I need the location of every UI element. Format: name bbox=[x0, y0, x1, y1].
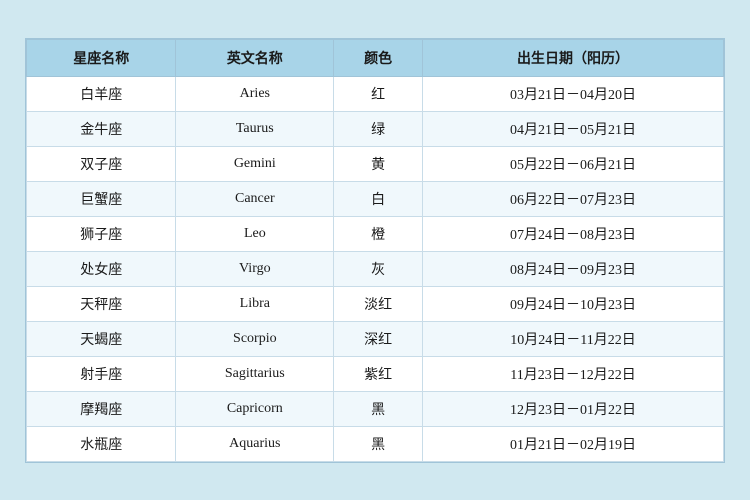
table-row: 天蝎座Scorpio深红10月24日－11月22日 bbox=[27, 321, 724, 356]
cell-dates: 12月23日－01月22日 bbox=[423, 391, 724, 426]
cell-chinese: 处女座 bbox=[27, 251, 176, 286]
cell-color: 紫红 bbox=[334, 356, 423, 391]
table-row: 巨蟹座Cancer白06月22日－07月23日 bbox=[27, 181, 724, 216]
cell-chinese: 双子座 bbox=[27, 146, 176, 181]
cell-english: Scorpio bbox=[176, 321, 334, 356]
cell-color: 黄 bbox=[334, 146, 423, 181]
table-row: 白羊座Aries红03月21日－04月20日 bbox=[27, 76, 724, 111]
cell-english: Gemini bbox=[176, 146, 334, 181]
cell-chinese: 天蝎座 bbox=[27, 321, 176, 356]
cell-dates: 01月21日－02月19日 bbox=[423, 426, 724, 461]
zodiac-table-wrapper: 星座名称 英文名称 颜色 出生日期（阳历） 白羊座Aries红03月21日－04… bbox=[25, 38, 725, 463]
cell-color: 淡红 bbox=[334, 286, 423, 321]
cell-chinese: 摩羯座 bbox=[27, 391, 176, 426]
cell-dates: 10月24日－11月22日 bbox=[423, 321, 724, 356]
cell-dates: 11月23日－12月22日 bbox=[423, 356, 724, 391]
cell-chinese: 天秤座 bbox=[27, 286, 176, 321]
cell-color: 绿 bbox=[334, 111, 423, 146]
cell-color: 灰 bbox=[334, 251, 423, 286]
col-header-chinese: 星座名称 bbox=[27, 39, 176, 76]
cell-chinese: 白羊座 bbox=[27, 76, 176, 111]
cell-chinese: 水瓶座 bbox=[27, 426, 176, 461]
cell-english: Aries bbox=[176, 76, 334, 111]
cell-chinese: 巨蟹座 bbox=[27, 181, 176, 216]
table-row: 射手座Sagittarius紫红11月23日－12月22日 bbox=[27, 356, 724, 391]
table-row: 双子座Gemini黄05月22日－06月21日 bbox=[27, 146, 724, 181]
cell-dates: 07月24日－08月23日 bbox=[423, 216, 724, 251]
table-header-row: 星座名称 英文名称 颜色 出生日期（阳历） bbox=[27, 39, 724, 76]
cell-dates: 03月21日－04月20日 bbox=[423, 76, 724, 111]
table-row: 狮子座Leo橙07月24日－08月23日 bbox=[27, 216, 724, 251]
table-row: 金牛座Taurus绿04月21日－05月21日 bbox=[27, 111, 724, 146]
cell-dates: 04月21日－05月21日 bbox=[423, 111, 724, 146]
cell-color: 深红 bbox=[334, 321, 423, 356]
cell-color: 白 bbox=[334, 181, 423, 216]
cell-english: Cancer bbox=[176, 181, 334, 216]
zodiac-table: 星座名称 英文名称 颜色 出生日期（阳历） 白羊座Aries红03月21日－04… bbox=[26, 39, 724, 462]
cell-color: 橙 bbox=[334, 216, 423, 251]
cell-english: Taurus bbox=[176, 111, 334, 146]
table-row: 摩羯座Capricorn黑12月23日－01月22日 bbox=[27, 391, 724, 426]
cell-english: Capricorn bbox=[176, 391, 334, 426]
table-body: 白羊座Aries红03月21日－04月20日金牛座Taurus绿04月21日－0… bbox=[27, 76, 724, 461]
cell-english: Virgo bbox=[176, 251, 334, 286]
cell-color: 红 bbox=[334, 76, 423, 111]
col-header-english: 英文名称 bbox=[176, 39, 334, 76]
col-header-color: 颜色 bbox=[334, 39, 423, 76]
cell-color: 黑 bbox=[334, 391, 423, 426]
cell-english: Aquarius bbox=[176, 426, 334, 461]
cell-dates: 08月24日－09月23日 bbox=[423, 251, 724, 286]
col-header-dates: 出生日期（阳历） bbox=[423, 39, 724, 76]
cell-chinese: 金牛座 bbox=[27, 111, 176, 146]
cell-english: Leo bbox=[176, 216, 334, 251]
cell-chinese: 射手座 bbox=[27, 356, 176, 391]
table-row: 处女座Virgo灰08月24日－09月23日 bbox=[27, 251, 724, 286]
cell-color: 黑 bbox=[334, 426, 423, 461]
cell-dates: 09月24日－10月23日 bbox=[423, 286, 724, 321]
cell-english: Sagittarius bbox=[176, 356, 334, 391]
cell-english: Libra bbox=[176, 286, 334, 321]
table-row: 天秤座Libra淡红09月24日－10月23日 bbox=[27, 286, 724, 321]
cell-chinese: 狮子座 bbox=[27, 216, 176, 251]
cell-dates: 05月22日－06月21日 bbox=[423, 146, 724, 181]
table-row: 水瓶座Aquarius黑01月21日－02月19日 bbox=[27, 426, 724, 461]
cell-dates: 06月22日－07月23日 bbox=[423, 181, 724, 216]
